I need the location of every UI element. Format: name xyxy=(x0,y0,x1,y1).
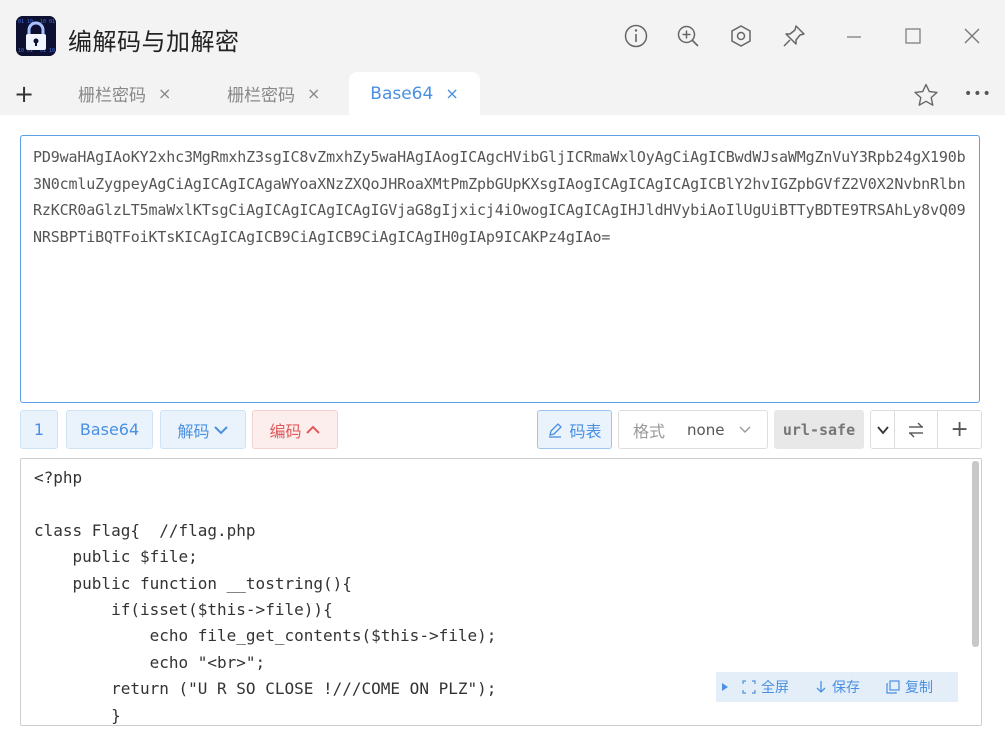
more-menu-button[interactable]: ••• xyxy=(964,72,992,115)
swap-icon[interactable] xyxy=(895,411,939,448)
minimize-icon[interactable] xyxy=(840,22,868,50)
tab-close-icon[interactable]: × xyxy=(307,84,320,103)
expand-arrow-icon[interactable] xyxy=(720,682,730,692)
fullscreen-button[interactable]: 全屏 xyxy=(742,677,789,697)
encode-label: 编码 xyxy=(269,421,302,441)
output-actions-bar: 全屏 保存 复制 xyxy=(716,672,958,702)
zoom-in-icon[interactable] xyxy=(674,22,702,50)
codebook-button[interactable]: 码表 xyxy=(537,410,612,449)
scrollbar[interactable] xyxy=(972,461,979,647)
code-line: } xyxy=(34,705,121,725)
format-value: none xyxy=(687,420,725,439)
input-textarea[interactable]: PD9waHAgIAoKY2xhc3MgRmxhZ3sgIC8vZmxhZy5w… xyxy=(20,135,980,403)
code-line: <?php xyxy=(34,468,83,487)
tab-rail-fence-1[interactable]: 栅栏密码 × xyxy=(78,72,171,115)
code-line: return ("U R SO CLOSE !///COME ON PLZ"); xyxy=(34,679,497,699)
app-title: 编解码与加解密 xyxy=(68,28,240,56)
copy-button[interactable]: 复制 xyxy=(886,677,933,697)
tab-label: 栅栏密码 xyxy=(227,86,295,106)
star-icon[interactable] xyxy=(913,83,939,111)
info-icon[interactable] xyxy=(622,22,650,50)
encode-button[interactable]: 编码 xyxy=(252,410,338,449)
code-line: public $file; xyxy=(34,547,198,567)
tab-base64[interactable]: Base64 × xyxy=(349,72,480,115)
chevron-down-icon xyxy=(739,426,751,433)
add-button[interactable]: + xyxy=(938,411,981,448)
fullscreen-icon xyxy=(742,680,756,694)
decode-button[interactable]: 解码 xyxy=(160,410,246,449)
chevron-up-icon xyxy=(305,425,320,434)
chevron-down-icon[interactable] xyxy=(871,411,896,448)
pin-icon[interactable] xyxy=(780,22,808,50)
save-button[interactable]: 保存 xyxy=(815,677,860,697)
decode-label: 解码 xyxy=(177,421,210,441)
count-badge: 1 xyxy=(20,410,58,449)
extra-actions-group: + xyxy=(870,410,982,449)
output-panel[interactable]: <?php class Flag{ //flag.php public $fil… xyxy=(20,458,982,726)
tab-close-icon[interactable]: × xyxy=(158,84,171,103)
edit-icon xyxy=(549,422,563,438)
copy-icon xyxy=(886,680,900,694)
fullscreen-label: 全屏 xyxy=(761,680,789,696)
settings-icon[interactable] xyxy=(727,22,755,50)
code-line: class Flag{ //flag.php xyxy=(34,520,256,540)
chevron-down-icon xyxy=(213,425,228,434)
format-select[interactable]: 格式 none xyxy=(618,410,768,449)
app-lock-icon: 01 10 10 01 10 01 01 10 xyxy=(16,16,56,56)
mode-button[interactable]: Base64 xyxy=(66,410,153,449)
url-safe-toggle[interactable]: url-safe xyxy=(774,410,864,449)
maximize-icon[interactable] xyxy=(899,22,927,50)
add-tab-button[interactable]: + xyxy=(14,72,34,115)
codebook-label: 码表 xyxy=(569,421,602,441)
code-line: echo file_get_contents($this->file); xyxy=(34,626,497,646)
close-icon[interactable] xyxy=(958,22,986,50)
code-line: echo "<br>"; xyxy=(34,652,266,672)
tab-strip: + 栅栏密码 × 栅栏密码 × Base64 × ••• xyxy=(0,72,1005,115)
save-label: 保存 xyxy=(832,680,860,696)
tab-rail-fence-2[interactable]: 栅栏密码 × xyxy=(227,72,320,115)
format-label: 格式 xyxy=(633,421,666,441)
tab-label: 栅栏密码 xyxy=(78,86,146,106)
title-bar: 01 10 10 01 10 01 01 10 编解码与加解密 xyxy=(0,0,1005,72)
copy-label: 复制 xyxy=(905,680,933,696)
input-value: PD9waHAgIAoKY2xhc3MgRmxhZ3sgIC8vZmxhZy5w… xyxy=(33,148,966,246)
tab-label: Base64 xyxy=(370,83,434,104)
code-line: public function __tostring(){ xyxy=(34,573,352,593)
download-icon xyxy=(816,681,826,693)
tab-close-icon[interactable]: × xyxy=(445,84,458,103)
code-line: if(isset($this->file)){ xyxy=(34,599,333,619)
svg-text:10 01: 10 01 xyxy=(40,19,55,25)
output-code: <?php class Flag{ //flag.php public $fil… xyxy=(34,465,497,725)
action-toolbar: 1 Base64 解码 编码 码表 格式 none url-safe + xyxy=(20,410,982,451)
